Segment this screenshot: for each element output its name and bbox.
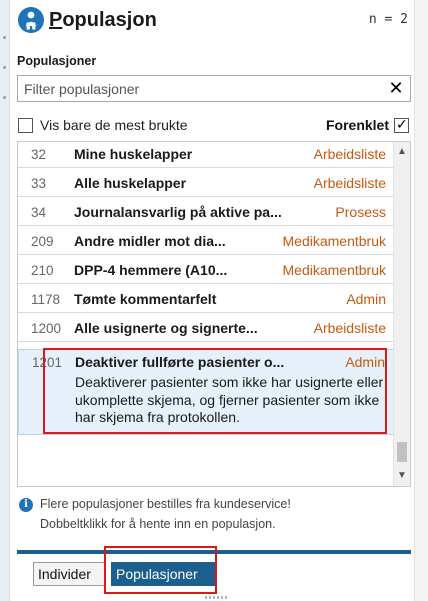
info-text-order: Flere populasjoner bestilles fra kundese…: [40, 497, 291, 511]
population-name: Alle huskelapper: [74, 175, 187, 191]
info-text-doubleclick: Dobbeltklikk for å hente inn en populasj…: [40, 517, 276, 531]
population-type: Admin: [346, 291, 386, 307]
population-number: 34: [31, 205, 47, 220]
most-used-checkbox[interactable]: [18, 118, 33, 133]
population-name: Mine huskelapper: [74, 146, 193, 162]
list-item[interactable]: 209 Andre midler mot dia... Medikamentbr…: [18, 229, 394, 255]
population-name: Andre midler mot dia...: [74, 233, 226, 249]
population-number: 1201: [32, 355, 63, 370]
populations-label: Populasjoner: [17, 54, 97, 68]
population-name: DPP-4 hemmere (A10...: [74, 262, 228, 278]
population-name: Deaktiver fullførte pasienter o...: [75, 354, 285, 370]
population-type: Arbeidsliste: [313, 146, 386, 162]
right-edge-strip: [414, 0, 428, 601]
population-type: Prosess: [335, 204, 386, 220]
filter-box: ✕: [17, 75, 411, 102]
close-icon[interactable]: ✕: [386, 78, 406, 98]
simplified-label[interactable]: Forenklet: [326, 117, 389, 133]
people-icon: [18, 7, 44, 33]
list-item[interactable]: 1200 Alle usignerte og signerte... Arbei…: [18, 316, 394, 342]
panel-header: Populasjon n = 2: [17, 6, 411, 36]
population-list[interactable]: 32 Mine huskelapper Arbeidsliste 33 Alle…: [17, 141, 411, 487]
list-item[interactable]: 1178 Tømte kommentarfelt Admin: [18, 287, 394, 313]
info-icon: i: [19, 498, 33, 512]
title-accesskey: P: [49, 9, 63, 31]
tab-populasjoner[interactable]: Populasjoner: [111, 562, 215, 586]
list-options: Vis bare de mest brukte Forenklet: [17, 115, 411, 137]
edge-dot: [3, 36, 6, 39]
scroll-down-icon[interactable]: ▼: [394, 468, 410, 484]
population-number: 1178: [31, 292, 61, 307]
population-number: 209: [31, 234, 54, 249]
list-scrollbar[interactable]: ▲ ▼: [393, 142, 410, 486]
most-used-label[interactable]: Vis bare de mest brukte: [40, 117, 188, 133]
population-name: Tømte kommentarfelt: [74, 291, 217, 307]
population-name: Journalansvarlig på aktive pa...: [74, 204, 282, 220]
tab-individer[interactable]: Individer: [33, 562, 105, 586]
population-type: Arbeidsliste: [313, 175, 386, 191]
population-type: Medikamentbruk: [282, 233, 387, 249]
scroll-up-icon[interactable]: ▲: [394, 144, 410, 160]
population-number: 33: [31, 176, 47, 191]
population-number: 1200: [31, 321, 62, 336]
population-panel: Populasjon n = 2 Populasjoner ✕ Vis bare…: [17, 0, 411, 601]
title-rest: opulasjon: [62, 9, 157, 31]
edge-dot: [3, 96, 6, 99]
simplified-checkbox[interactable]: [394, 116, 409, 133]
population-type: Arbeidsliste: [313, 320, 386, 336]
population-count: n = 2: [368, 12, 408, 27]
population-number: 32: [31, 147, 47, 162]
page-title: Populasjon: [49, 6, 157, 34]
edge-dot: [3, 66, 6, 69]
population-number: 210: [31, 263, 54, 278]
list-item[interactable]: 34 Journalansvarlig på aktive pa... Pros…: [18, 200, 394, 226]
list-item[interactable]: 32 Mine huskelapper Arbeidsliste: [18, 142, 394, 168]
list-item[interactable]: 210 DPP-4 hemmere (A10... Medikamentbruk: [18, 258, 394, 284]
population-name: Alle usignerte og signerte...: [74, 320, 258, 336]
population-description: Deaktiverer pasienter som ikke har usign…: [75, 374, 384, 425]
list-item[interactable]: 33 Alle huskelapper Arbeidsliste: [18, 171, 394, 197]
resize-grip[interactable]: [205, 596, 227, 599]
scroll-thumb[interactable]: [397, 442, 407, 462]
list-item-selected[interactable]: 1201 Deaktiver fullførte pasienter o... …: [18, 349, 394, 435]
left-edge-strip: [0, 0, 10, 601]
population-type: Medikamentbruk: [282, 262, 387, 278]
population-type: Admin: [345, 354, 385, 370]
filter-input[interactable]: [18, 76, 378, 101]
tab-bar-divider: [17, 550, 411, 554]
